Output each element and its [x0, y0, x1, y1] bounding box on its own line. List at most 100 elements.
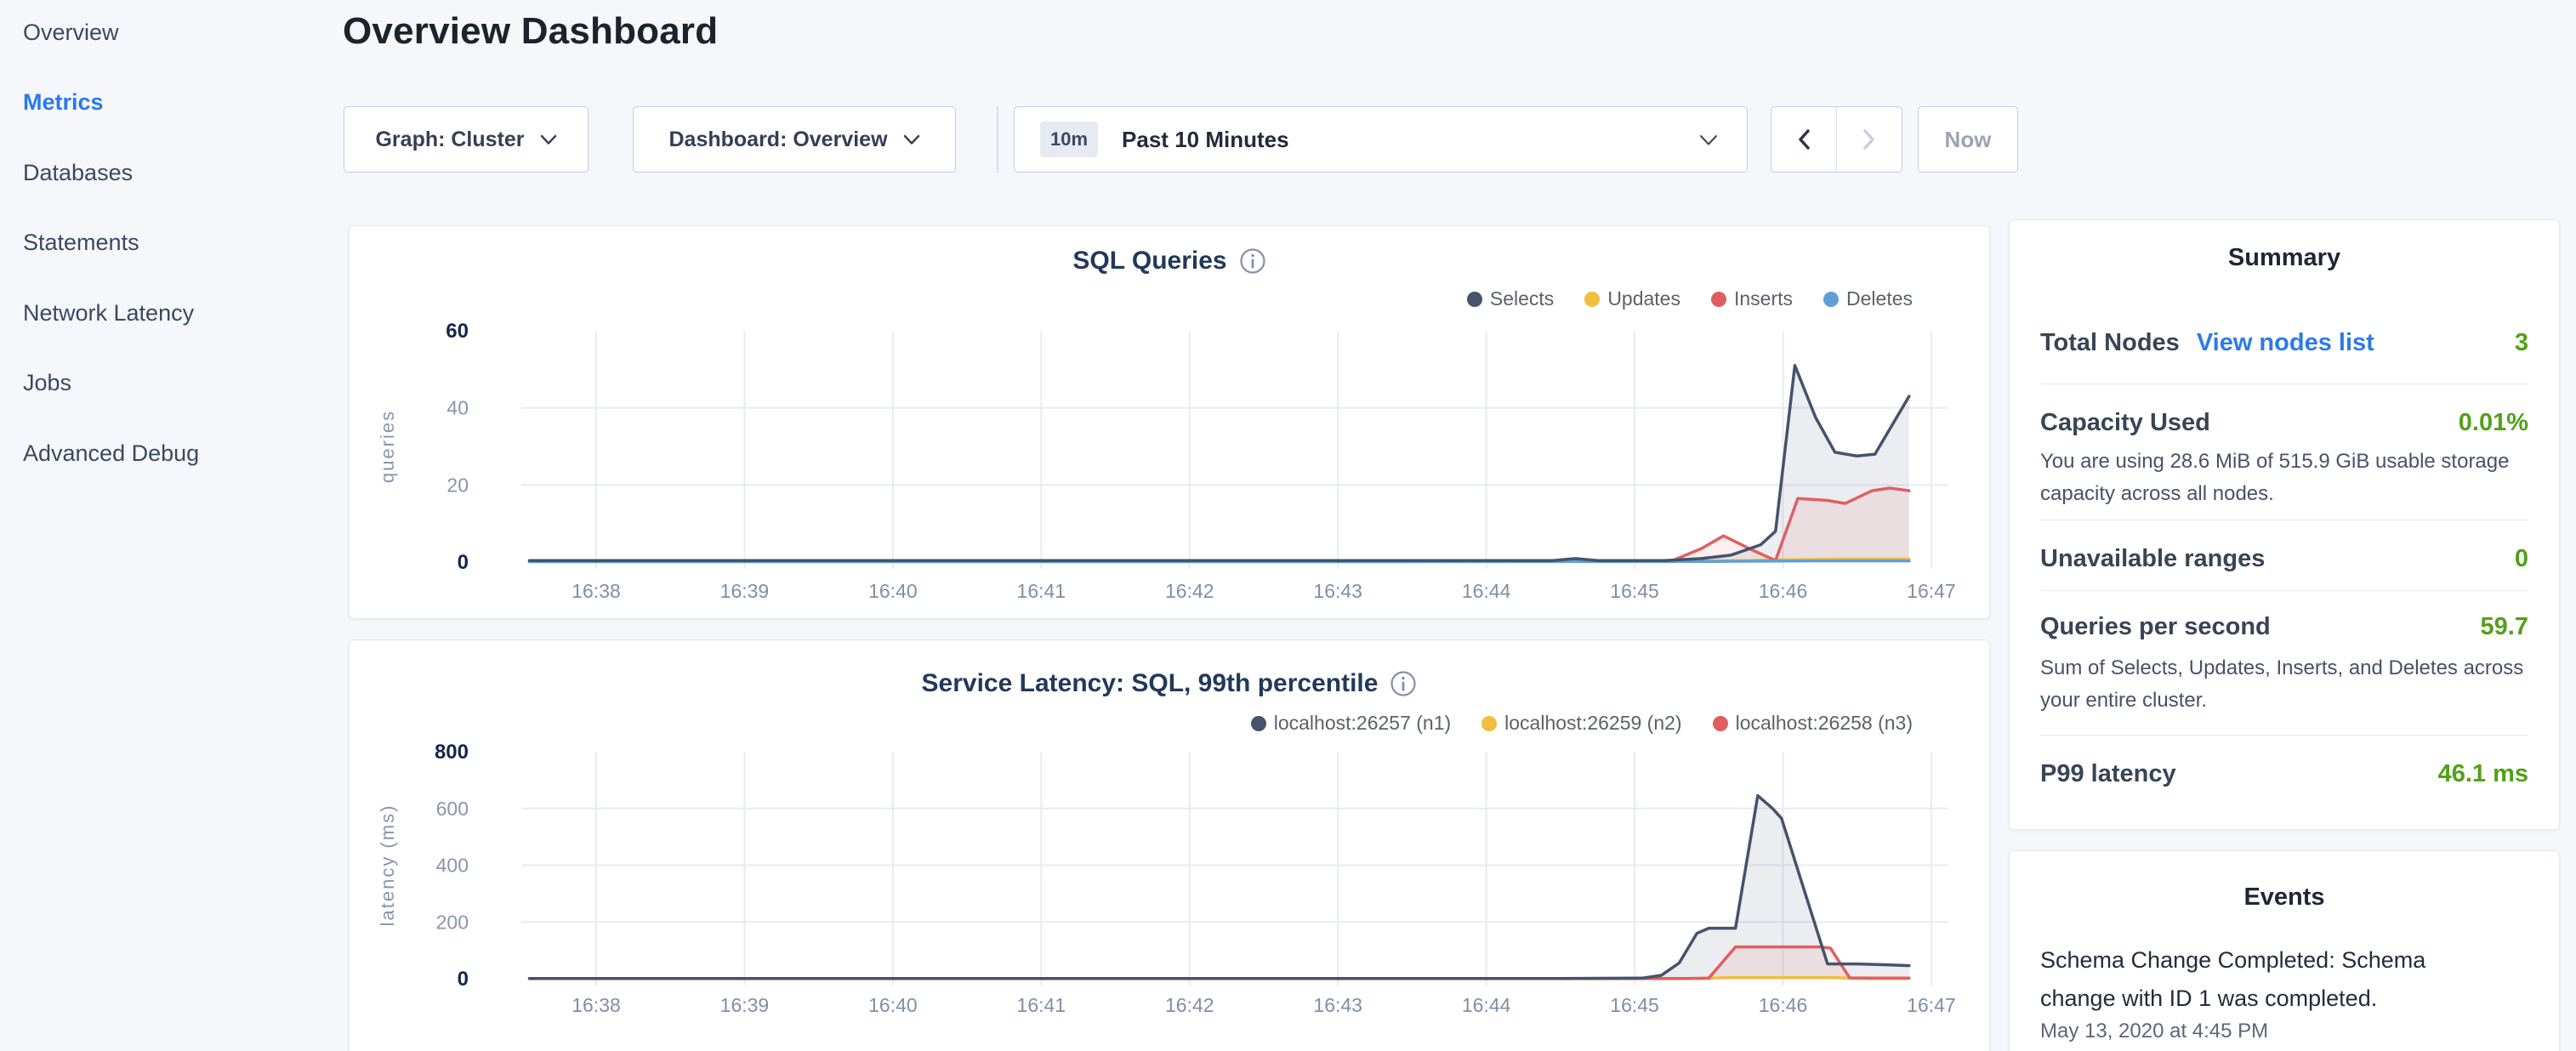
legend-item[interactable]: Deletes: [1823, 287, 1913, 310]
dashboard-dropdown-label: Dashboard: Overview: [668, 128, 887, 152]
legend-item[interactable]: localhost:26257 (n1): [1251, 712, 1451, 735]
y-tick-label: 0: [458, 551, 469, 574]
divider: [2040, 383, 2528, 384]
x-tick-label: 16:44: [1462, 580, 1511, 602]
summary-row-unavailable-ranges: Unavailable ranges 0: [2040, 545, 2528, 573]
chart-legend: Selects Updates Inserts Deletes: [1467, 287, 1913, 310]
page: Overview Metrics Databases Statements Ne…: [0, 0, 2576, 1051]
series-area: [530, 366, 1909, 562]
divider: [2040, 735, 2528, 736]
chevron-left-icon: [1797, 129, 1811, 150]
chart-title-row: SQL Queries: [350, 247, 1989, 276]
sidebar-item-overview[interactable]: Overview: [23, 18, 119, 47]
prev-time-button[interactable]: [1771, 107, 1836, 172]
chevron-down-icon: [1699, 134, 1718, 146]
y-tick-label: 0: [458, 968, 469, 991]
info-icon[interactable]: [1390, 670, 1417, 697]
series-area: [530, 488, 1909, 562]
events-panel: Events Schema Change Completed: Schema c…: [2009, 850, 2560, 1051]
view-nodes-list-link[interactable]: View nodes list: [2197, 329, 2374, 357]
x-tick-label: 16:44: [1462, 994, 1511, 1016]
time-range-label: Past 10 Minutes: [1122, 127, 1289, 153]
x-tick-label: 16:46: [1759, 580, 1808, 602]
summary-row-label: Total Nodes: [2040, 329, 2180, 357]
legend-label: Inserts: [1734, 287, 1793, 310]
chevron-down-icon: [540, 134, 557, 145]
legend-item[interactable]: localhost:26258 (n3): [1713, 712, 1913, 735]
service-latency-chart-canvas: 16:3816:3916:4016:4116:4216:4316:4416:45…: [350, 640, 1991, 1051]
x-tick-label: 16:47: [1907, 580, 1956, 602]
x-tick-label: 16:38: [571, 580, 621, 602]
legend-dot-icon: [1584, 292, 1600, 307]
series-area: [530, 796, 1909, 979]
controls-divider: [997, 106, 998, 173]
next-time-button[interactable]: [1836, 107, 1902, 172]
event-item-date: May 13, 2020 at 4:45 PM: [2040, 1020, 2268, 1043]
graph-dropdown-label: Graph: Cluster: [375, 128, 524, 152]
chart-title: Service Latency: SQL, 99th percentile: [922, 669, 1379, 698]
x-tick-label: 16:42: [1165, 994, 1214, 1016]
x-tick-label: 16:38: [571, 994, 621, 1016]
x-tick-label: 16:45: [1610, 580, 1659, 602]
legend-label: localhost:26259 (n2): [1504, 712, 1681, 735]
summary-row-value: 46.1 ms: [2438, 760, 2528, 788]
chart-legend: localhost:26257 (n1) localhost:26259 (n2)…: [1251, 712, 1913, 735]
summary-row-label: Capacity Used: [2040, 409, 2210, 437]
legend-dot-icon: [1481, 716, 1497, 731]
summary-row-label: Queries per second: [2040, 613, 2271, 641]
summary-row-p99-latency: P99 latency 46.1 ms: [2040, 760, 2528, 788]
y-tick-label: 60: [446, 320, 469, 343]
time-step-buttons: [1771, 106, 1902, 173]
legend-item[interactable]: Inserts: [1711, 287, 1793, 310]
sidebar-item-statements[interactable]: Statements: [23, 228, 139, 257]
y-tick-label: 800: [435, 741, 469, 764]
sidebar-item-network-latency[interactable]: Network Latency: [23, 298, 194, 327]
legend-dot-icon: [1251, 716, 1266, 731]
legend-label: Updates: [1607, 287, 1680, 310]
x-tick-label: 16:45: [1610, 994, 1659, 1016]
y-axis-label: latency (ms): [377, 804, 398, 927]
time-range-dropdown[interactable]: 10m Past 10 Minutes: [1014, 106, 1748, 173]
graph-dropdown[interactable]: Graph: Cluster: [344, 106, 589, 173]
summary-row-value: 3: [2515, 329, 2528, 357]
x-tick-label: 16:47: [1907, 994, 1956, 1016]
divider: [2040, 590, 2528, 591]
legend-dot-icon: [1823, 292, 1839, 307]
y-tick-label: 20: [446, 474, 469, 496]
sidebar-item-jobs[interactable]: Jobs: [23, 368, 71, 397]
summary-row-description: You are using 28.6 MiB of 515.9 GiB usab…: [2040, 446, 2529, 510]
x-tick-label: 16:43: [1313, 580, 1362, 602]
legend-item[interactable]: Updates: [1584, 287, 1680, 310]
x-tick-label: 16:42: [1165, 580, 1214, 602]
legend-label: localhost:26257 (n1): [1274, 712, 1451, 735]
service-latency-chart-card: 16:3816:3916:4016:4116:4216:4316:4416:45…: [349, 639, 1990, 1051]
summary-title: Summary: [2010, 244, 2559, 272]
legend-item[interactable]: localhost:26259 (n2): [1481, 712, 1681, 735]
sidebar-item-metrics[interactable]: Metrics: [23, 88, 104, 116]
event-item-text[interactable]: Schema Change Completed: Schema change w…: [2040, 941, 2465, 1018]
summary-row-total-nodes: Total Nodes View nodes list 3: [2040, 329, 2528, 357]
summary-row-queries-per-second: Queries per second 59.7: [2040, 613, 2528, 641]
legend-dot-icon: [1711, 292, 1726, 307]
legend-label: Deletes: [1846, 287, 1913, 310]
sidebar-item-advanced-debug[interactable]: Advanced Debug: [23, 439, 199, 468]
sql-queries-chart-card: 16:3816:3916:4016:4116:4216:4316:4416:45…: [349, 225, 1990, 619]
x-tick-label: 16:39: [720, 580, 770, 602]
dashboard-dropdown[interactable]: Dashboard: Overview: [633, 106, 956, 173]
now-button[interactable]: Now: [1918, 106, 2018, 173]
y-tick-label: 600: [436, 798, 469, 820]
summary-row-label: P99 latency: [2040, 760, 2176, 788]
now-button-label: Now: [1945, 127, 1992, 153]
summary-row-value: 0.01%: [2459, 409, 2528, 437]
x-tick-label: 16:41: [1017, 994, 1066, 1016]
sidebar-item-databases[interactable]: Databases: [23, 158, 133, 187]
legend-label: Selects: [1490, 287, 1554, 310]
summary-row-description: Sum of Selects, Updates, Inserts, and De…: [2040, 652, 2529, 717]
page-title: Overview Dashboard: [343, 10, 718, 53]
y-tick-label: 40: [446, 397, 469, 419]
x-tick-label: 16:46: [1759, 994, 1808, 1016]
summary-row-label: Unavailable ranges: [2040, 545, 2265, 573]
info-icon[interactable]: [1239, 247, 1266, 275]
legend-item[interactable]: Selects: [1467, 287, 1554, 310]
y-tick-label: 400: [436, 855, 469, 877]
